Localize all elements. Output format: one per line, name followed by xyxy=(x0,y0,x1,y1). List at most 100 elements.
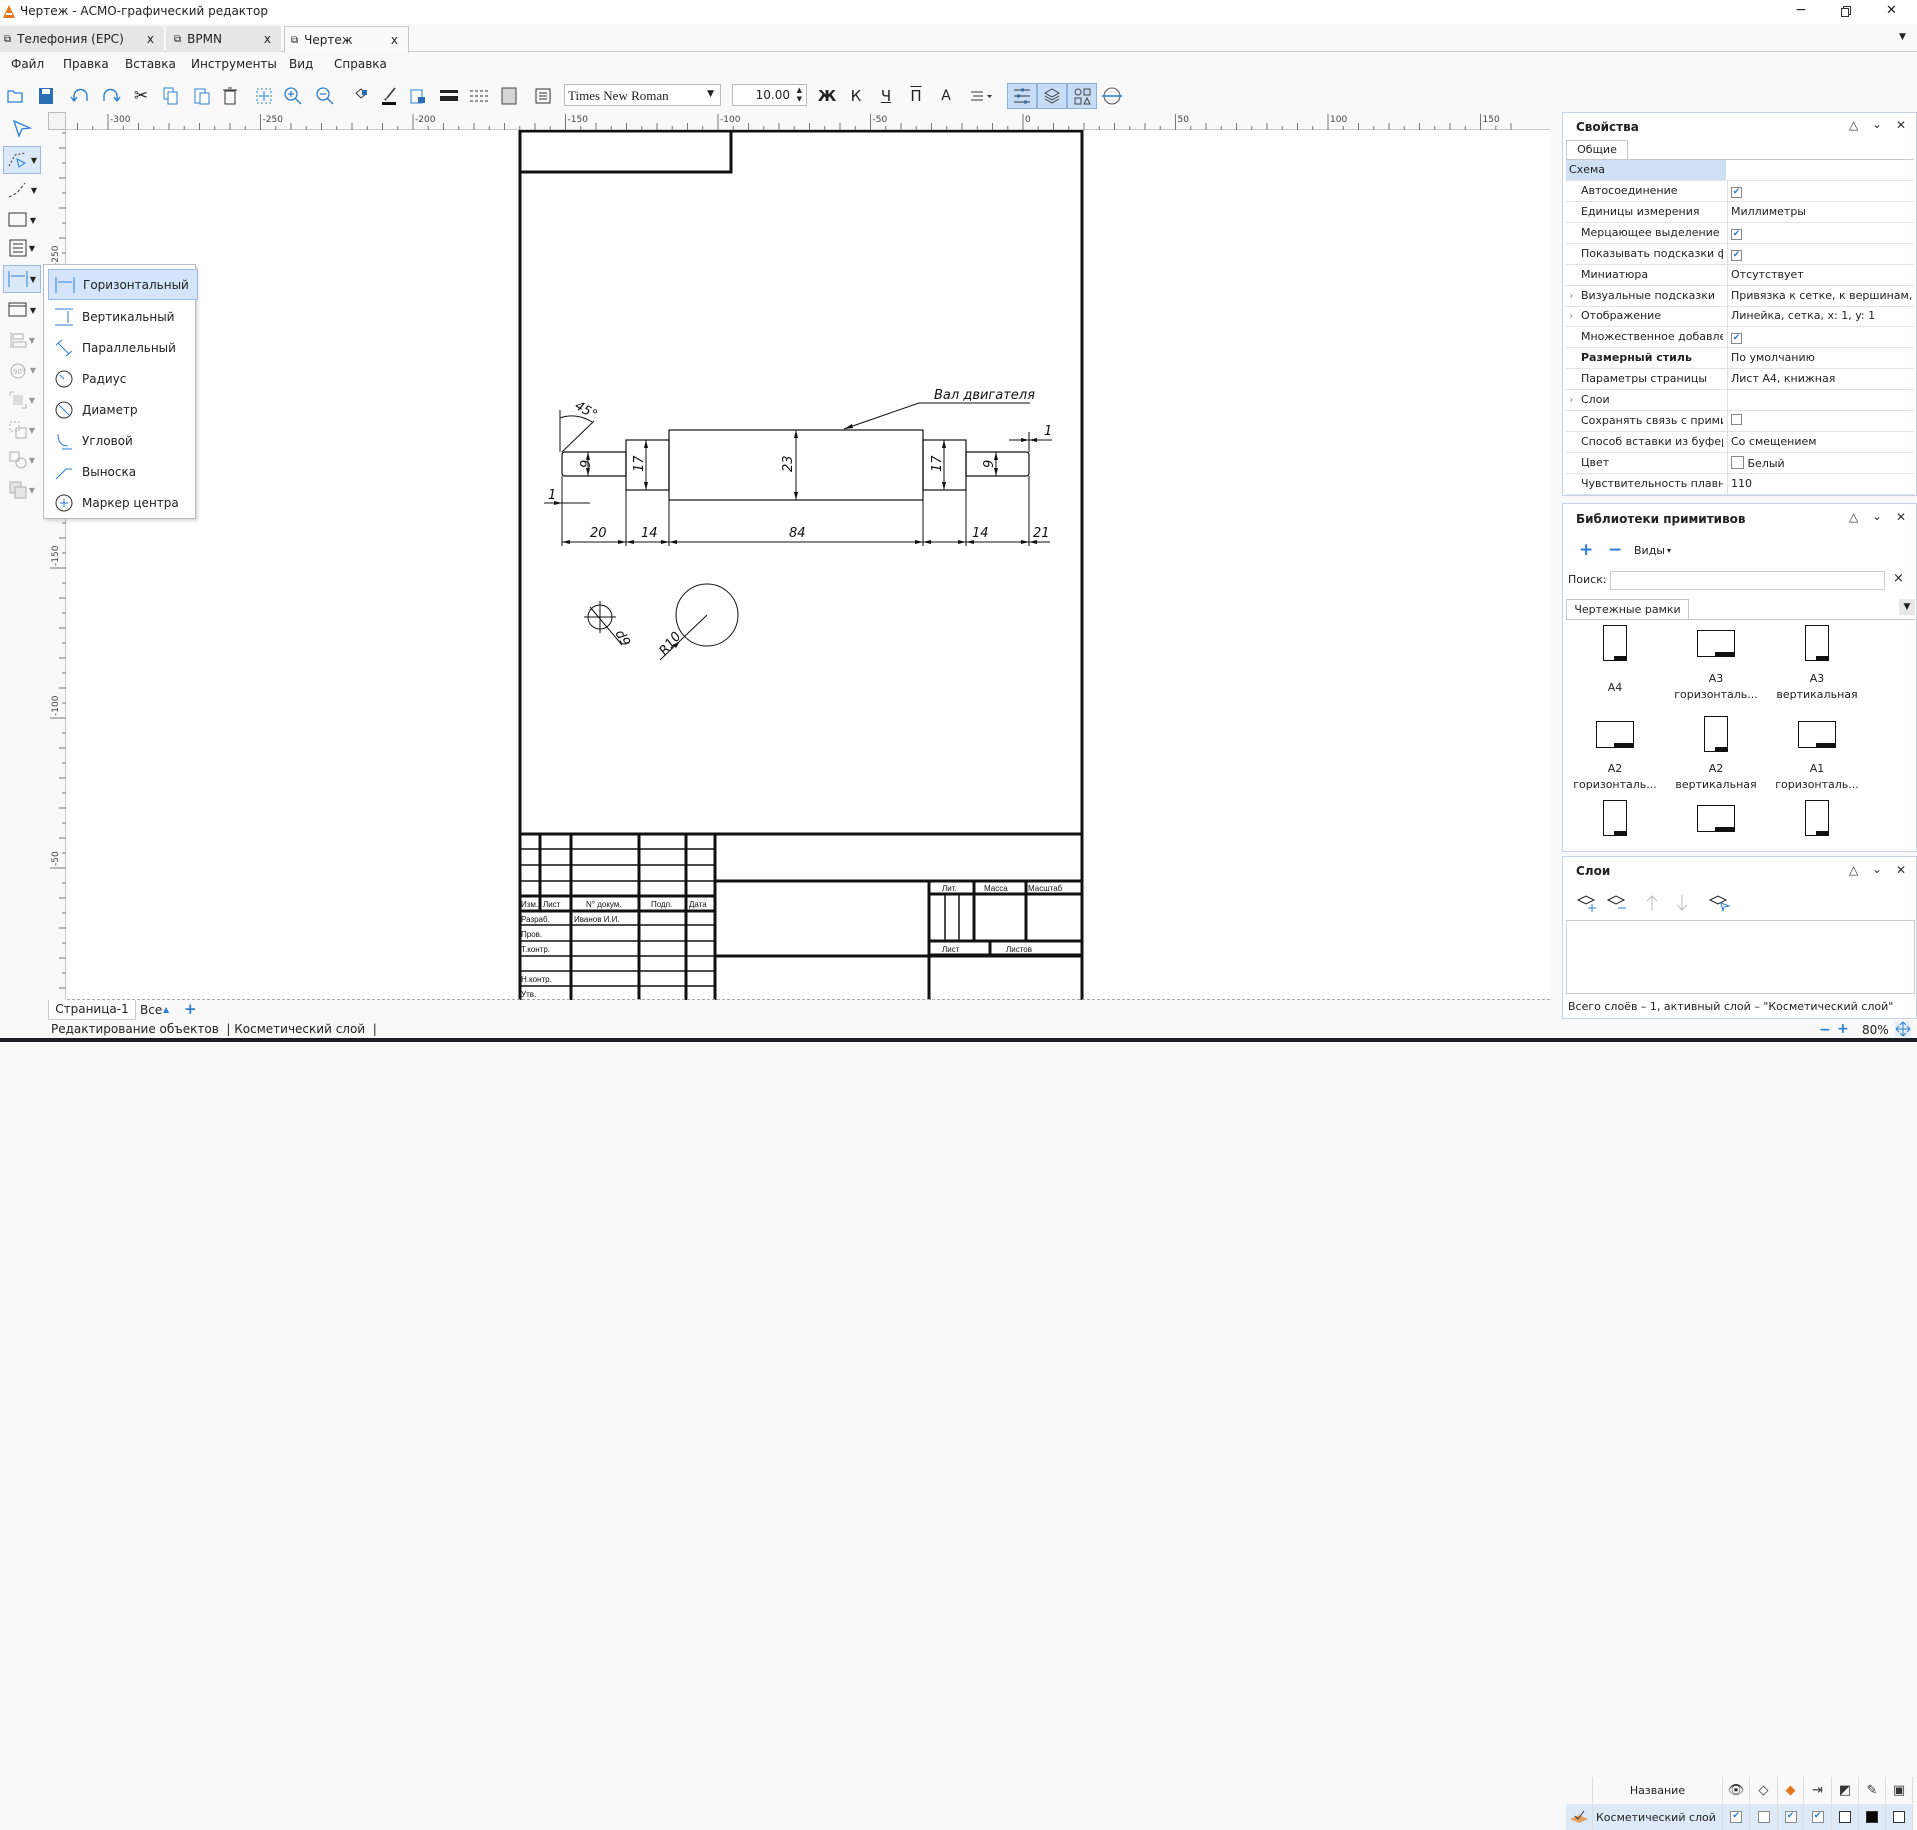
rotate-tool[interactable]: 90° ▼ xyxy=(3,356,41,384)
property-checkbox[interactable] xyxy=(1731,413,1742,425)
layer-color-swatch[interactable] xyxy=(1839,1811,1851,1823)
rectangle-tool[interactable]: ▼ xyxy=(3,206,41,234)
layer-checkbox[interactable] xyxy=(1757,1811,1770,1823)
property-row[interactable]: Способ вставки из буфер Со смещением xyxy=(1566,431,1914,453)
frame-label[interactable]: А3 вертикальная xyxy=(1767,671,1867,703)
clear-search-button[interactable]: × xyxy=(1893,571,1904,586)
collapse-down-button[interactable]: ⌄ xyxy=(1872,509,1882,523)
minimize-button[interactable]: − xyxy=(1795,2,1807,18)
restore-button[interactable] xyxy=(1840,5,1852,17)
property-value[interactable]: Привязка к сетке, к вершинам, к xyxy=(1731,289,1914,302)
views-dropdown[interactable]: Виды xyxy=(1634,544,1665,557)
property-checkbox[interactable]: ✔ xyxy=(1731,333,1742,345)
menu-item-horizontal[interactable]: Горизонтальный xyxy=(48,269,198,300)
tab-close-button[interactable]: x xyxy=(391,33,398,47)
top-ruler[interactable]: -300 -250 -200 -150 -100 -50 0 50 100 150 xyxy=(48,112,1550,130)
property-row[interactable]: Миниатюра Отсутствует xyxy=(1566,264,1914,286)
arrange-tool[interactable]: ▼ xyxy=(3,476,41,504)
dimension-tool[interactable]: ▼ xyxy=(3,265,41,293)
paste-button[interactable] xyxy=(190,84,214,108)
menu-help[interactable]: Справка xyxy=(334,57,387,71)
print-icon[interactable]: ⇥ xyxy=(1804,1777,1832,1803)
close-panel-button[interactable]: ✕ xyxy=(1896,863,1906,877)
line-width-button[interactable] xyxy=(437,84,461,108)
fill-button[interactable] xyxy=(349,84,373,108)
property-row[interactable]: Показывать подсказки ф ✔ xyxy=(1566,243,1914,265)
menu-item-parallel[interactable]: Параллельный xyxy=(48,332,198,363)
property-value[interactable]: Линейка, сетка, x: 1, y: 1 xyxy=(1731,309,1914,322)
property-value[interactable]: Миллиметры xyxy=(1731,205,1914,218)
tab-drawing[interactable]: ⧉ Чертеж x xyxy=(284,26,409,53)
collapse-up-button[interactable]: △ xyxy=(1849,118,1858,132)
layer-color-swatch[interactable] xyxy=(1893,1811,1905,1823)
layer-checkbox[interactable]: ✔ xyxy=(1784,1811,1797,1823)
close-panel-button[interactable]: ✕ xyxy=(1896,118,1906,132)
frame-thumbnail[interactable] xyxy=(1805,625,1829,661)
edit-points-tool[interactable]: ▼ xyxy=(3,146,41,174)
layer-toggle[interactable]: ✔ xyxy=(1778,1804,1804,1830)
frame-label[interactable]: А1 горизонталь... xyxy=(1767,761,1867,793)
column-header[interactable] xyxy=(1566,1777,1593,1803)
align-tool[interactable]: ▼ xyxy=(3,326,41,354)
select-tool[interactable] xyxy=(3,114,41,142)
frame-thumbnail[interactable] xyxy=(1805,800,1829,836)
fill-color-button[interactable] xyxy=(497,84,521,108)
layer-toggle[interactable]: ✔ xyxy=(1723,1804,1750,1830)
menu-item-vertical[interactable]: Вертикальный xyxy=(48,301,198,332)
layer-toggle[interactable] xyxy=(1886,1804,1913,1830)
line-tool[interactable]: ▼ xyxy=(3,176,41,204)
font-family-select[interactable]: Times New Roman ▼ xyxy=(564,84,721,106)
zoom-in-button[interactable] xyxy=(281,84,305,108)
replace-tool[interactable]: ▼ xyxy=(3,446,41,474)
menu-item-angular[interactable]: Угловой xyxy=(48,425,198,456)
menu-file[interactable]: Файл xyxy=(11,57,44,71)
expand-icon[interactable]: › xyxy=(1569,309,1573,322)
property-row[interactable]: Сохранять связь с прими xyxy=(1566,410,1914,432)
property-checkbox[interactable]: ✔ xyxy=(1731,228,1742,240)
overline-button[interactable]: П xyxy=(904,84,928,108)
text-color-icon[interactable]: ▣ xyxy=(1886,1777,1913,1803)
property-row[interactable]: Чувствительность плавн 110 xyxy=(1566,473,1914,495)
move-layer-down-icon[interactable] xyxy=(1675,894,1689,912)
font-size-stepper[interactable]: 10.00 ▲ ▼ xyxy=(732,84,807,106)
frame-thumbnail[interactable] xyxy=(1697,805,1735,832)
fit-page-button[interactable] xyxy=(252,84,276,108)
primitives-toggle[interactable] xyxy=(1067,83,1097,109)
property-row[interactable]: Мерцающее выделение ✔ xyxy=(1566,222,1914,244)
library-search-input[interactable] xyxy=(1610,571,1885,590)
add-layer-icon[interactable] xyxy=(1576,894,1599,912)
undo-button[interactable] xyxy=(68,84,92,108)
layer-toggle[interactable] xyxy=(1859,1804,1886,1830)
layer-checkbox[interactable]: ✔ xyxy=(1811,1811,1824,1823)
menu-item-diameter[interactable]: Диаметр xyxy=(48,394,198,425)
layer-color-swatch[interactable] xyxy=(1866,1811,1878,1823)
remove-library-button[interactable]: − xyxy=(1608,540,1622,560)
property-checkbox[interactable]: ✔ xyxy=(1731,187,1742,198)
crosshair-button[interactable] xyxy=(1100,84,1124,108)
property-row[interactable]: › Слои xyxy=(1566,390,1914,411)
snap-toggle[interactable] xyxy=(1007,83,1037,109)
fit-to-window-icon[interactable] xyxy=(1895,1021,1911,1037)
frame-label[interactable]: А2 горизонталь... xyxy=(1565,761,1665,793)
layer-toggle[interactable] xyxy=(1832,1804,1859,1830)
tab-close-button[interactable]: x xyxy=(264,32,271,46)
property-row[interactable]: Цвет Белый xyxy=(1566,452,1914,474)
ungroup-tool[interactable]: ▼ xyxy=(3,416,41,444)
line-color-icon[interactable]: ✎ xyxy=(1859,1777,1886,1803)
lock-icon[interactable]: ◇ xyxy=(1750,1777,1778,1803)
text-tool[interactable]: ▼ xyxy=(3,234,41,262)
active-layer-icon[interactable]: ◆ xyxy=(1778,1777,1804,1803)
menu-tools[interactable]: Инструменты xyxy=(191,57,277,71)
font-color-button[interactable]: A xyxy=(934,84,958,108)
layers-toggle[interactable] xyxy=(1037,83,1067,109)
page-filter[interactable]: Все xyxy=(140,1003,162,1017)
library-tabs-dropdown[interactable]: ▼ xyxy=(1899,599,1915,615)
frame-label[interactable]: А3 горизонталь... xyxy=(1666,671,1766,703)
property-value[interactable]: Белый xyxy=(1748,457,1785,470)
property-row[interactable]: Множественное добавле ✔ xyxy=(1566,327,1914,349)
copy-button[interactable] xyxy=(159,84,183,108)
collapse-down-button[interactable]: ⌄ xyxy=(1872,862,1882,876)
expand-icon[interactable]: › xyxy=(1569,393,1573,406)
menu-item-radius[interactable]: Радиус xyxy=(48,363,198,394)
cut-button[interactable]: ✂ xyxy=(129,84,153,108)
